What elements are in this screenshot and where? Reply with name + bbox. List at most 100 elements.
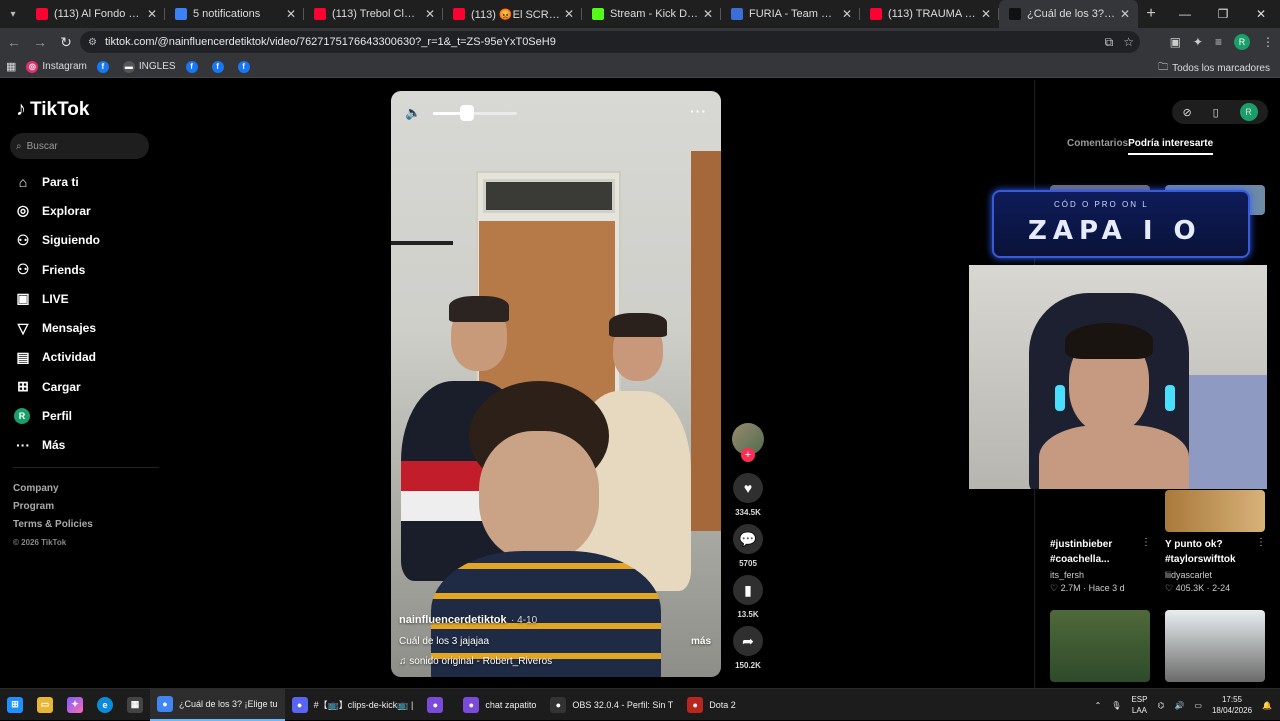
sidebar-item-explorar[interactable]: ◎ Explorar	[14, 196, 164, 225]
clock[interactable]: 17:55 18/04/2026	[1212, 694, 1252, 716]
chrome-menu-icon[interactable]: ⋮	[1262, 35, 1274, 49]
video-author[interactable]: nainfluencerdetiktok	[399, 614, 507, 626]
tab-close-icon[interactable]: ✕	[286, 7, 296, 21]
volume-icon[interactable]: 🔊	[1174, 701, 1184, 710]
restore-button[interactable]: ❐	[1204, 0, 1242, 28]
sidebar-item-m-s[interactable]: ··· Más	[14, 431, 164, 460]
speaker-icon[interactable]: 🔈	[405, 105, 421, 121]
language-indicator[interactable]: ESP LAA	[1131, 694, 1147, 716]
notifications-icon[interactable]: 🔔	[1262, 701, 1272, 710]
taskbar-app[interactable]: ●	[420, 689, 456, 721]
comment-button[interactable]: 💬	[733, 524, 763, 554]
card-more-icon[interactable]: ⋮	[1141, 537, 1151, 548]
tab-close-icon[interactable]: ✕	[842, 7, 852, 21]
taskbar-app[interactable]: ● chat zapatito	[456, 689, 543, 721]
sidebar-item-friends[interactable]: ⚇ Friends	[14, 255, 164, 284]
search-input[interactable]: ⌕ Buscar	[10, 133, 149, 159]
video-thumbnail[interactable]	[1165, 490, 1265, 532]
card-user[interactable]: its_fersh	[1050, 570, 1084, 580]
browser-tab[interactable]: Stream - Kick Dashboard ✕	[582, 0, 721, 28]
browser-tab[interactable]: (113) Trebol Clan - Bailam ✕	[304, 0, 443, 28]
bookmark-item[interactable]: f	[185, 60, 202, 73]
compass-icon[interactable]: ⊘	[1182, 106, 1191, 119]
copilot-button[interactable]: ✦	[60, 689, 90, 721]
install-app-icon[interactable]: ⧉	[1105, 35, 1114, 50]
footer-link-program[interactable]: Program	[13, 498, 93, 516]
forward-button[interactable]: →	[28, 30, 52, 54]
browser-tab[interactable]: FURIA - Team Vitality 18/ ✕	[721, 0, 860, 28]
sidebar-item-cargar[interactable]: ⊞ Cargar	[14, 372, 164, 401]
media-controls-icon[interactable]: ≡	[1215, 35, 1222, 49]
all-bookmarks-button[interactable]: 🗀 Todos los marcadores	[1158, 60, 1270, 77]
footer-link-terms[interactable]: Terms & Policies	[13, 516, 93, 534]
taskbar-app[interactable]: ● Dota 2	[680, 689, 743, 721]
taskbar-app[interactable]: ● #【📺】clips-de-kick📺 |	[285, 689, 421, 721]
video-more-options-icon[interactable]: ···	[690, 103, 707, 119]
tiktok-logo[interactable]: ♪ TikTok	[16, 98, 89, 121]
sidebar-item-para-ti[interactable]: ⌂ Para ti	[14, 167, 164, 196]
device-icon[interactable]: ▯	[1213, 106, 1219, 119]
extensions-icon[interactable]: ✦	[1193, 35, 1203, 49]
browser-tab[interactable]: (113) TRAUMA MARGINAL ✕	[860, 0, 999, 28]
tab-close-icon[interactable]: ✕	[147, 7, 157, 21]
share-button[interactable]: ➦	[733, 626, 763, 656]
browser-tab[interactable]: (113) 😡El SCRIM más ES ✕	[443, 0, 582, 28]
new-tab-button[interactable]: +	[1138, 5, 1164, 23]
tab-close-icon[interactable]: ✕	[1120, 7, 1130, 21]
caption-more-button[interactable]: más	[691, 636, 711, 647]
bookmark-item[interactable]: f	[96, 60, 113, 73]
browser-tab[interactable]: ¿Cuál de los 3? ¡Elige ✕	[999, 0, 1138, 28]
tab-close-icon[interactable]: ✕	[564, 7, 574, 21]
volume-slider[interactable]	[433, 104, 518, 121]
tab-close-icon[interactable]: ✕	[703, 7, 713, 21]
taskbar-app[interactable]: ● ¿Cuál de los 3? ¡Elige tu	[150, 688, 285, 721]
tray-overflow-icon[interactable]: ⌃	[1095, 701, 1102, 710]
store-button[interactable]: ▦	[120, 689, 150, 721]
bookmark-star-icon[interactable]: ☆	[1123, 35, 1134, 49]
bookmark-item[interactable]: ◎ Instagram	[26, 60, 87, 73]
explorer-button[interactable]: ▭	[30, 689, 60, 721]
creator-avatar[interactable]: +	[732, 423, 764, 462]
video-player[interactable]: 🔈 ··· nainfluencerdetiktok · 4-10 Cuál d…	[391, 91, 721, 677]
profile-avatar[interactable]: R	[1234, 34, 1250, 50]
video-sound[interactable]: ♫ sonido original - Robert_Riveros	[399, 656, 711, 667]
tab-search-button[interactable]: ▾	[0, 0, 26, 28]
browser-tab[interactable]: (113) Al Fondo hay Sitio 8 ✕	[26, 0, 165, 28]
tab-comentarios[interactable]: Comentarios	[1067, 138, 1128, 155]
sidebar-item-mensajes[interactable]: ▽ Mensajes	[14, 313, 164, 342]
sidebar-item-live[interactable]: ▣ LIVE	[14, 284, 164, 313]
edge-button[interactable]: e	[90, 689, 120, 721]
bookmark-item[interactable]: f	[211, 60, 228, 73]
taskbar-app[interactable]: ● OBS 32.0.4 - Perfil: Sin T	[543, 689, 680, 721]
tab-groups-icon[interactable]: ▣	[1170, 35, 1181, 49]
tab-podria-interesarte[interactable]: Podría interesarte	[1128, 138, 1214, 155]
tab-close-icon[interactable]: ✕	[425, 7, 435, 21]
tab-close-icon[interactable]: ✕	[981, 7, 991, 21]
save-button[interactable]: ▮	[733, 575, 763, 605]
battery-icon[interactable]: ▭	[1194, 701, 1202, 710]
close-window-button[interactable]: ✕	[1242, 0, 1280, 28]
video-thumbnail[interactable]	[1050, 610, 1150, 682]
like-button[interactable]: ♥	[733, 473, 763, 503]
apps-icon[interactable]: ▦	[6, 60, 16, 73]
site-info-icon[interactable]: ⚙	[88, 37, 97, 48]
card-more-icon[interactable]: ⋮	[1256, 537, 1266, 548]
card-user[interactable]: liidyascarlet	[1165, 570, 1212, 580]
card-title[interactable]: Y punto ok? #taylorswifttok	[1165, 537, 1261, 567]
follow-plus-icon[interactable]: +	[741, 448, 755, 462]
network-icon[interactable]: ⌬	[1157, 701, 1164, 710]
reload-button[interactable]: ↻	[54, 30, 78, 54]
url-field[interactable]: ⚙ tiktok.com/@nainfluencerdetiktok/video…	[80, 31, 1140, 53]
bookmark-item[interactable]: f	[237, 60, 254, 73]
volume-knob[interactable]	[459, 104, 474, 121]
browser-tab[interactable]: 5 notifications ✕	[165, 0, 304, 28]
video-thumbnail[interactable]	[1165, 610, 1265, 682]
sidebar-item-perfil[interactable]: R Perfil	[14, 401, 164, 430]
bookmark-item[interactable]: ▬ INGLES	[122, 60, 176, 73]
minimize-button[interactable]: —	[1166, 0, 1204, 28]
sidebar-item-siguiendo[interactable]: ⚇ Siguiendo	[14, 226, 164, 255]
footer-link-company[interactable]: Company	[13, 480, 93, 498]
sidebar-item-actividad[interactable]: ▤ Actividad	[14, 343, 164, 372]
start-button[interactable]: ⊞	[0, 689, 30, 721]
back-button[interactable]: ←	[2, 30, 26, 54]
